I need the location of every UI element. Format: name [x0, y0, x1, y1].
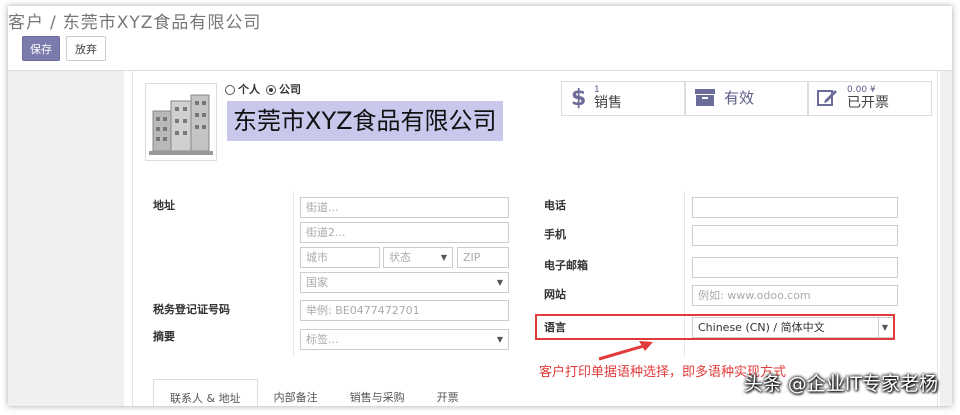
edit-icon [817, 87, 839, 111]
breadcrumb-parent[interactable]: 客户 [8, 13, 44, 33]
chevron-down-icon: ▼ [440, 253, 447, 262]
background-left [8, 71, 124, 406]
city-input[interactable]: 城市 [300, 247, 380, 268]
company-name-field[interactable]: 东莞市XYZ食品有限公司 [227, 101, 503, 141]
breadcrumb-separator: / [50, 13, 57, 33]
tab-invoicing[interactable]: 开票 [421, 379, 475, 406]
tags-input[interactable]: 标签... ▼ [300, 329, 509, 350]
zip-input[interactable]: ZIP [457, 247, 509, 268]
website-input[interactable]: 例如: www.odoo.com [692, 285, 898, 306]
chevron-down-icon: ▼ [496, 335, 503, 344]
radio-company-circle [266, 85, 276, 95]
sales-stat-text: 1 销售 [594, 85, 622, 111]
email-label: 电子邮箱 [544, 259, 588, 272]
phone-label: 电话 [544, 199, 566, 212]
active-stat-button[interactable]: 有效 [685, 81, 808, 116]
company-logo[interactable] [145, 83, 217, 161]
breadcrumb: 客户 / 东莞市XYZ食品有限公司 [8, 8, 261, 33]
state-placeholder: 状态 [389, 251, 411, 264]
dollar-icon: $ [570, 85, 586, 113]
invoiced-label: 已开票 [847, 94, 889, 111]
vat-input[interactable]: 举例: BE0477472701 [300, 300, 509, 321]
background-right [940, 71, 952, 406]
phone-input[interactable] [692, 197, 898, 218]
website-label: 网站 [544, 288, 566, 301]
active-label: 有效 [724, 88, 755, 107]
street2-input[interactable]: 街道2... [300, 222, 509, 243]
company-type-selector: 个人 公司 [225, 81, 301, 97]
discard-button[interactable]: 放弃 [66, 36, 106, 61]
sales-stat-button[interactable]: $ 1 销售 [561, 81, 685, 116]
buildings-icon [149, 94, 213, 155]
invoiced-stat-button[interactable]: 0.00 ¥ 已开票 [808, 81, 932, 116]
language-highlight-box [535, 314, 895, 340]
breadcrumb-current: 东莞市XYZ食品有限公司 [62, 13, 262, 33]
tab-contacts-addresses[interactable]: 联系人 & 地址 [153, 379, 258, 406]
archive-icon [694, 87, 716, 111]
country-select[interactable]: 国家 ▼ [300, 272, 509, 293]
radio-company[interactable]: 公司 [266, 81, 301, 97]
tags-label: 摘要 [153, 330, 175, 343]
chevron-down-icon: ▼ [496, 278, 503, 287]
address-label: 地址 [153, 199, 175, 212]
left-column-divider [293, 191, 294, 356]
save-button[interactable]: 保存 [22, 36, 60, 61]
radio-company-label: 公司 [279, 83, 301, 96]
mobile-label: 手机 [544, 228, 566, 241]
country-placeholder: 国家 [306, 276, 328, 289]
annotation-arrow-icon [598, 341, 653, 361]
radio-person-circle [225, 85, 235, 95]
sales-label: 销售 [594, 94, 622, 111]
app-window: 客户 / 东莞市XYZ食品有限公司 保存 放弃 个人 公司 东莞市XYZ食品有限… [8, 6, 952, 406]
radio-person-label: 个人 [238, 83, 260, 96]
watermark: 头条 @企业IT专家老杨 [743, 373, 938, 395]
svg-text:$: $ [571, 86, 586, 109]
tab-sales-purchases[interactable]: 销售与采购 [334, 379, 421, 406]
invoiced-stat-text: 0.00 ¥ 已开票 [847, 85, 889, 111]
state-select[interactable]: 状态 ▼ [383, 247, 453, 268]
radio-person[interactable]: 个人 [225, 81, 260, 97]
street-input[interactable]: 街道... [300, 197, 509, 218]
mobile-input[interactable] [692, 225, 898, 246]
email-input[interactable] [692, 257, 898, 278]
tab-internal-notes[interactable]: 内部备注 [258, 379, 334, 406]
tags-placeholder: 标签... [306, 333, 339, 346]
form-sheet: 个人 公司 东莞市XYZ食品有限公司 $ 1 销售 有效 0.00 ¥ 已开票 … [132, 71, 938, 406]
vat-label: 税务登记证号码 [153, 303, 230, 316]
